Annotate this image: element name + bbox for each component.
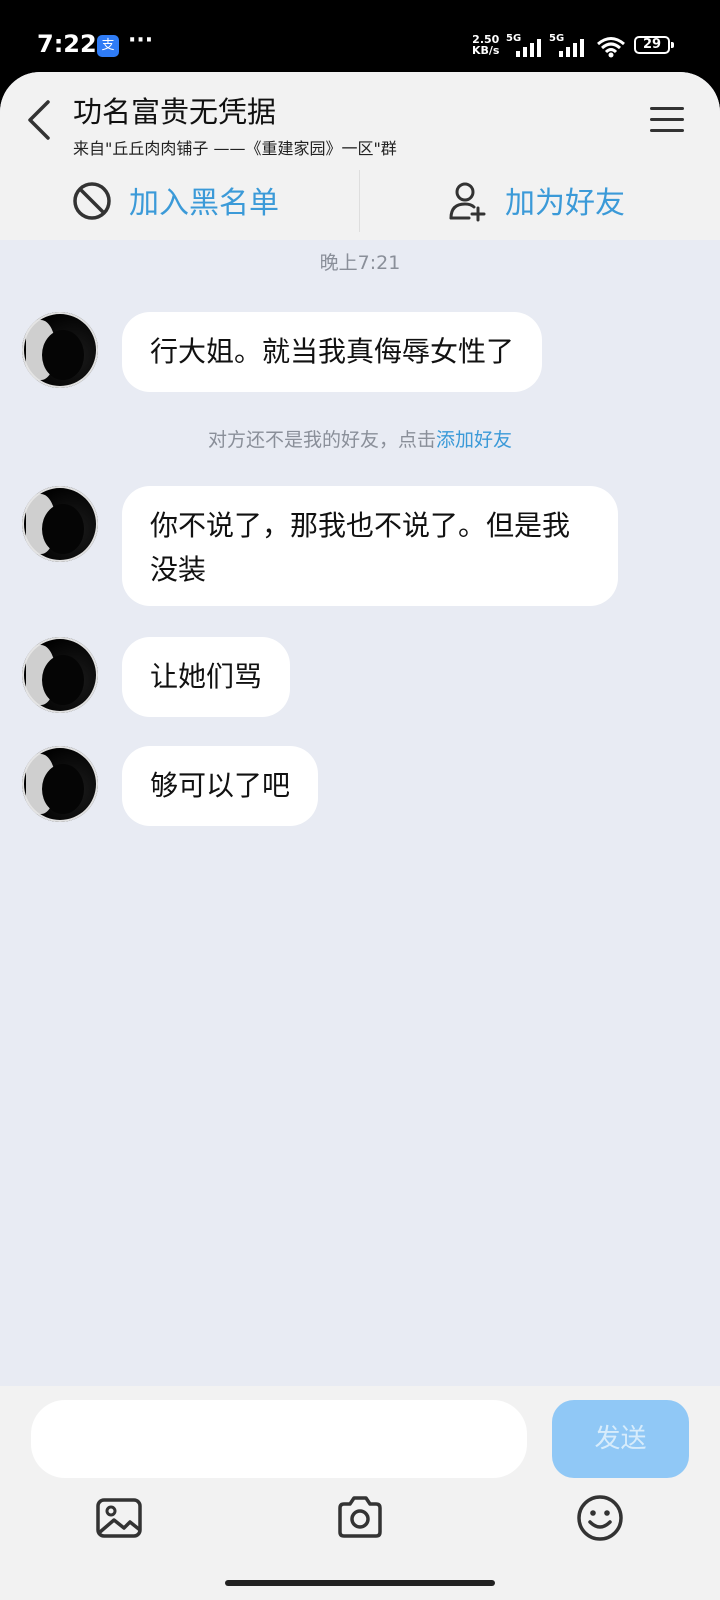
stranger-action-bar: 加入黑名单 加为好友 bbox=[0, 162, 720, 240]
avatar[interactable] bbox=[22, 637, 98, 713]
not-friend-notice: 对方还不是我的好友，点击添加好友 bbox=[207, 429, 513, 451]
message-bubble[interactable]: 让她们骂 bbox=[122, 637, 291, 717]
home-indicator[interactable] bbox=[225, 1580, 495, 1586]
status-bar: 7:22 支 ··· 2.50 KB/s 5G 5G 29 bbox=[0, 0, 720, 74]
avatar[interactable] bbox=[22, 312, 98, 388]
block-icon bbox=[73, 182, 111, 220]
add-friend-button[interactable]: 加为好友 bbox=[447, 162, 647, 240]
more-notifications-icon: ··· bbox=[128, 28, 154, 53]
message-input[interactable] bbox=[31, 1400, 527, 1478]
group-source-subtitle: 来自"丘丘肉肉铺子 ——《重建家园》一区"群 bbox=[73, 139, 397, 158]
input-area: 发送 bbox=[0, 1386, 720, 1600]
chat-header: 功名富贵无凭据 来自"丘丘肉肉铺子 ——《重建家园》一区"群 bbox=[0, 72, 720, 162]
message-bubble[interactable]: 你不说了，那我也不说了。但是我没装 bbox=[122, 486, 618, 606]
battery-indicator: 29 bbox=[634, 36, 674, 54]
network-speed: 2.50 KB/s bbox=[472, 33, 500, 57]
message-bubble[interactable]: 行大姐。就当我真侮辱女性了 bbox=[122, 312, 543, 392]
avatar[interactable] bbox=[22, 746, 98, 822]
menu-icon[interactable] bbox=[648, 104, 688, 136]
camera-icon[interactable] bbox=[334, 1492, 386, 1544]
add-to-blacklist-button[interactable]: 加入黑名单 bbox=[71, 162, 311, 240]
send-button[interactable]: 发送 bbox=[552, 1400, 689, 1478]
status-time: 7:22 bbox=[37, 30, 97, 58]
add-friend-icon bbox=[449, 182, 486, 222]
message-timestamp: 晚上7:21 bbox=[319, 252, 401, 274]
message-bubble[interactable]: 够可以了吧 bbox=[122, 746, 319, 826]
add-friend-link[interactable]: 添加好友 bbox=[436, 429, 512, 451]
alipay-icon: 支 bbox=[97, 35, 119, 57]
chat-screen: 功名富贵无凭据 来自"丘丘肉肉铺子 ——《重建家园》一区"群 加入黑名单 加为好… bbox=[0, 72, 720, 1600]
back-arrow-icon[interactable] bbox=[22, 97, 56, 143]
avatar[interactable] bbox=[22, 486, 98, 562]
wifi-icon bbox=[597, 37, 625, 58]
page-title: 功名富贵无凭据 bbox=[73, 95, 277, 129]
divider bbox=[359, 170, 360, 232]
image-icon[interactable] bbox=[94, 1492, 146, 1544]
emoji-icon[interactable] bbox=[574, 1492, 626, 1544]
